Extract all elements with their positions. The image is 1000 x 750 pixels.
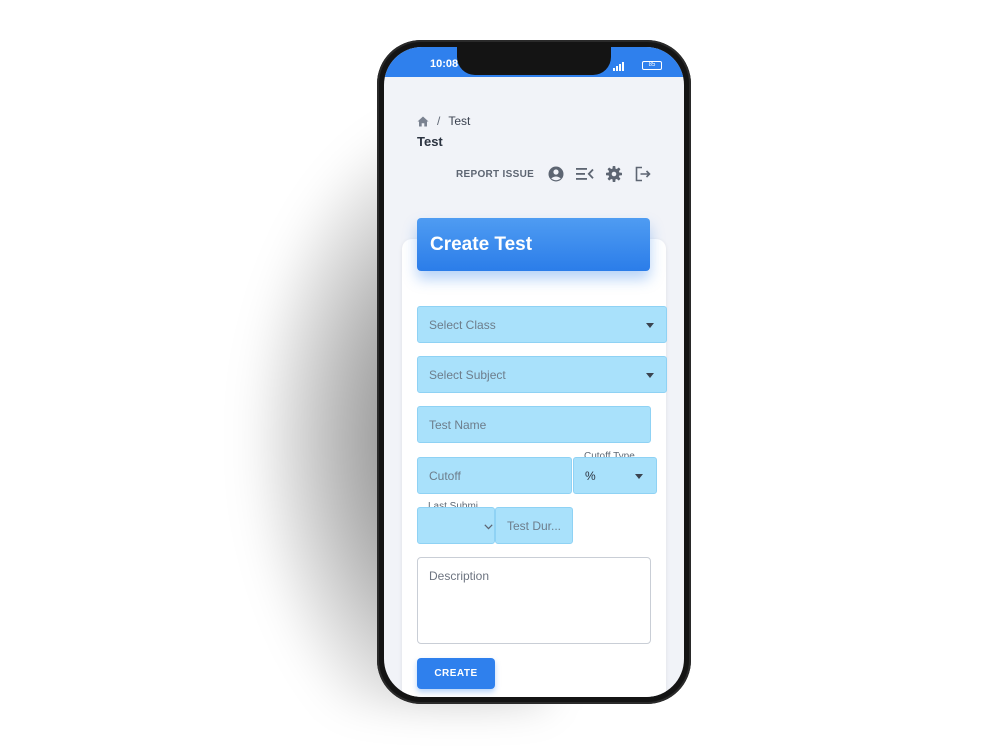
battery-icon: 85 bbox=[642, 61, 662, 70]
card-header: Create Test bbox=[417, 218, 650, 271]
settings-icon[interactable] bbox=[604, 164, 624, 184]
test-duration-input[interactable]: Test Dur... bbox=[495, 507, 573, 544]
select-class-placeholder: Select Class bbox=[429, 317, 496, 332]
select-subject-placeholder: Select Subject bbox=[429, 367, 506, 382]
page-title: Test bbox=[417, 134, 443, 149]
account-icon[interactable] bbox=[546, 164, 566, 184]
description-placeholder: Description bbox=[429, 569, 490, 583]
menu-collapse-icon[interactable] bbox=[575, 164, 595, 184]
card-title: Create Test bbox=[430, 233, 533, 255]
last-submission-select[interactable] bbox=[417, 507, 495, 544]
phone-screen: 10:08 85 / Test Test REPORT ISSUE Create… bbox=[384, 47, 684, 697]
header-toolbar: REPORT ISSUE bbox=[456, 164, 662, 184]
cutoff-type-select[interactable]: % bbox=[573, 457, 657, 494]
cutoff-type-value: % bbox=[585, 468, 596, 483]
test-duration-placeholder: Test Dur... bbox=[507, 518, 562, 533]
breadcrumb-separator: / bbox=[437, 114, 441, 128]
breadcrumb-current[interactable]: Test bbox=[448, 114, 470, 128]
cutoff-input[interactable]: Cutoff bbox=[417, 457, 572, 494]
logout-icon[interactable] bbox=[633, 164, 653, 184]
home-icon[interactable] bbox=[417, 116, 429, 127]
battery-level: 85 bbox=[648, 62, 656, 68]
phone-frame: 10:08 85 / Test Test REPORT ISSUE Create… bbox=[377, 40, 691, 704]
test-name-placeholder: Test Name bbox=[429, 417, 487, 432]
chevron-down-icon bbox=[484, 524, 493, 530]
select-class-dropdown[interactable]: Select Class bbox=[417, 306, 667, 343]
signal-icon bbox=[613, 62, 624, 71]
test-name-input[interactable]: Test Name bbox=[417, 406, 651, 443]
report-issue-button[interactable]: REPORT ISSUE bbox=[456, 169, 534, 180]
camera-notch bbox=[457, 47, 611, 75]
select-subject-dropdown[interactable]: Select Subject bbox=[417, 356, 667, 393]
description-textarea[interactable]: Description bbox=[417, 557, 651, 644]
chevron-down-icon bbox=[635, 474, 643, 479]
create-button[interactable]: CREATE bbox=[417, 658, 495, 689]
breadcrumb: / Test bbox=[417, 114, 470, 128]
chevron-down-icon bbox=[646, 323, 654, 328]
chevron-down-icon bbox=[646, 373, 654, 378]
status-time: 10:08 bbox=[430, 58, 459, 70]
cutoff-placeholder: Cutoff bbox=[429, 468, 461, 483]
